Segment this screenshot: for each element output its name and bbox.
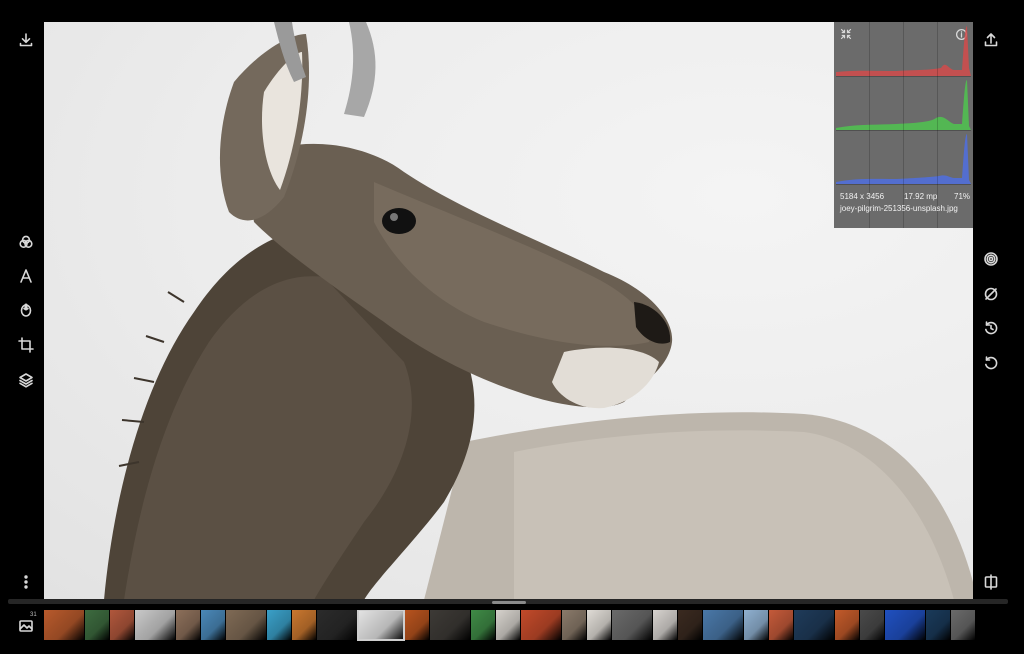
crop-button[interactable] [15,334,37,356]
undo-icon [985,356,998,370]
filmstrip-scroll-thumb[interactable] [492,601,526,604]
filmstrip-thumbnail[interactable] [860,610,884,640]
filmstrip-thumbnail[interactable] [653,610,677,640]
filmstrip-thumbnail[interactable] [201,610,225,640]
no-adjust-button[interactable] [980,283,1002,305]
face-tool-button[interactable] [15,299,37,321]
zoom-level: 71% [954,192,971,201]
filmstrip-thumbnail[interactable] [267,610,291,640]
filmstrip-thumbnail[interactable] [521,610,561,640]
image-filename: joey-pilgrim-251356-unsplash.jpg [840,204,958,213]
share-upload-icon [984,33,998,47]
share-button[interactable] [980,29,1002,51]
filmstrip-thumbnail[interactable] [769,610,793,640]
more-options-button[interactable] [15,571,37,593]
color-adjust-button[interactable] [15,231,37,253]
filmstrip-thumbnail[interactable] [430,610,470,640]
filmstrip-thumbnail[interactable] [835,610,859,640]
filmstrip-thumbnail[interactable] [44,610,84,640]
filter-rings-icon [984,252,998,266]
filmstrip-thumbnail[interactable] [317,610,357,640]
filmstrip-thumbnail[interactable] [471,610,495,640]
filmstrip-thumbnail[interactable] [226,610,266,640]
filmstrip-thumbnail[interactable] [794,610,834,640]
download-icon [19,33,33,47]
no-adjust-icon [984,287,998,301]
filmstrip-thumbnail[interactable] [85,610,109,640]
filmstrip-thumbnail[interactable] [678,610,702,640]
text-icon [20,269,32,283]
filters-button[interactable] [980,248,1002,270]
color-adjust-icon [19,235,33,249]
more-vertical-icon [24,575,28,589]
filmstrip-thumbnail[interactable] [703,610,743,640]
filmstrip-thumbnail[interactable] [612,610,652,640]
layers-icon [19,373,33,388]
undo-button[interactable] [980,352,1002,374]
photo-count-badge: 31 [30,612,37,618]
histogram-panel: 5184 x 3456 17.92 mp 71% joey-pilgrim-25… [834,22,973,228]
gallery-icon [19,620,33,632]
filmstrip-thumbnail[interactable] [135,610,175,640]
layers-button[interactable] [15,369,37,391]
gallery-button[interactable] [15,615,37,637]
crop-icon [18,337,34,353]
filmstrip-thumbnail[interactable] [405,610,429,640]
filmstrip-thumbnail[interactable] [176,610,200,640]
filmstrip-thumbnail-selected[interactable] [357,610,405,641]
filmstrip-thumbnail[interactable] [744,610,768,640]
compare-button[interactable] [980,571,1002,593]
rotate-history-icon [985,321,998,335]
filmstrip-thumbnail[interactable] [951,610,975,640]
face-icon [20,303,32,317]
download-button[interactable] [15,29,37,51]
split-compare-icon [984,574,998,590]
image-megapixels: 17.92 mp [904,192,938,201]
filmstrip-thumbnail[interactable] [110,610,134,640]
text-tool-button[interactable] [15,265,37,287]
filmstrip [44,610,1024,642]
filmstrip-thumbnail[interactable] [587,610,611,640]
filmstrip-thumbnail[interactable] [885,610,925,640]
filmstrip-thumbnail[interactable] [562,610,586,640]
filmstrip-thumbnail[interactable] [292,610,316,640]
filmstrip-thumbnail[interactable] [926,610,950,640]
history-button[interactable] [980,317,1002,339]
image-dimensions: 5184 x 3456 [840,192,885,201]
filmstrip-thumbnail[interactable] [496,610,520,640]
